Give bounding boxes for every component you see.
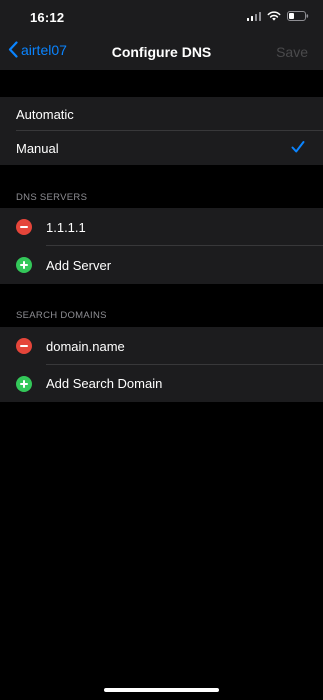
dns-server-address: 1.1.1.1 (46, 219, 86, 235)
add-server-label: Add Server (46, 257, 112, 273)
home-indicator[interactable] (104, 688, 219, 692)
delete-domain-icon[interactable] (16, 338, 32, 354)
dns-server-row[interactable]: 1.1.1.1 (0, 208, 323, 246)
search-domain-name: domain.name (46, 338, 125, 354)
search-domains-header: SEARCH DOMAINS (16, 310, 107, 321)
dns-servers-group: 1.1.1.1 Add Server (0, 208, 323, 284)
automatic-label: Automatic (16, 106, 74, 122)
status-bar: 16:12 (0, 0, 323, 36)
search-domain-row[interactable]: domain.name (0, 327, 323, 365)
status-time: 16:12 (30, 10, 65, 25)
add-search-domain-label: Add Search Domain (46, 376, 163, 391)
save-button[interactable]: Save (276, 44, 308, 60)
manual-label: Manual (16, 140, 59, 156)
battery-icon (287, 11, 309, 21)
search-domains-group: domain.name Add Search Domain (0, 327, 323, 402)
cellular-signal-icon (246, 11, 261, 21)
status-icons (246, 11, 310, 21)
automatic-option[interactable]: Automatic (0, 97, 323, 131)
manual-option[interactable]: Manual (0, 131, 323, 165)
delete-server-icon[interactable] (16, 219, 32, 235)
checkmark-icon (291, 141, 305, 153)
add-server-button[interactable]: Add Server (0, 246, 323, 284)
add-search-domain-button[interactable]: Add Search Domain (0, 365, 323, 402)
navigation-bar: airtel07 Configure DNS Save (0, 36, 323, 70)
dns-servers-header: DNS SERVERS (16, 192, 88, 203)
dns-mode-group: Automatic Manual (0, 97, 323, 165)
add-icon (16, 375, 32, 392)
wifi-icon (267, 11, 281, 21)
add-icon (16, 257, 32, 273)
page-title: Configure DNS (111, 44, 212, 60)
